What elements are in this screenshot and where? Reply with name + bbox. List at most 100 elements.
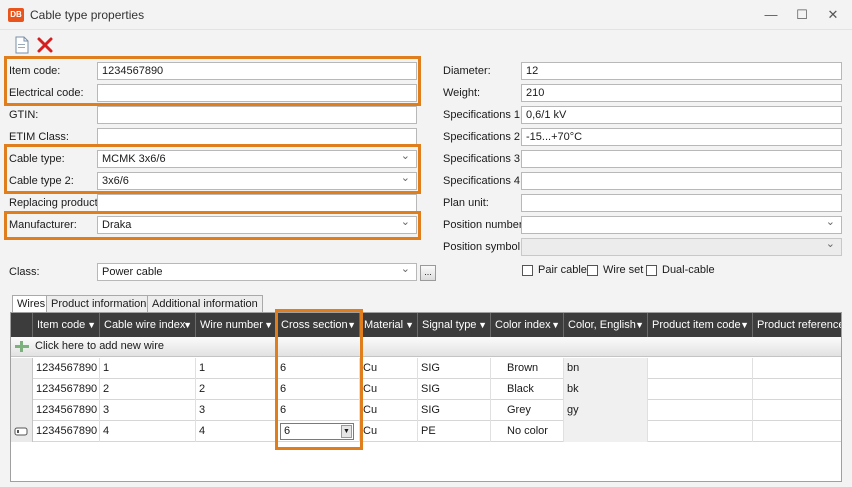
- add-new-wire-row[interactable]: Click here to add new wire: [11, 337, 841, 357]
- document-icon[interactable]: [14, 36, 32, 54]
- cable-type-select[interactable]: MCMK 3x6/6: [97, 150, 417, 168]
- gtin-input[interactable]: [97, 106, 417, 124]
- add-new-wire-text: Click here to add new wire: [35, 340, 165, 352]
- col-cable-wire-index[interactable]: Cable wire index ▼: [100, 313, 196, 337]
- diameter-input[interactable]: 12: [521, 62, 842, 80]
- cell-cross-section[interactable]: 6: [277, 379, 360, 400]
- position-symbol-select[interactable]: [521, 238, 842, 256]
- cell-wire-number[interactable]: 3: [196, 400, 277, 421]
- row-selector[interactable]: [11, 400, 33, 421]
- cell-item-code[interactable]: 1234567890: [33, 421, 100, 442]
- cell-material[interactable]: Cu: [360, 421, 418, 442]
- replacing-product-input[interactable]: [97, 194, 417, 212]
- cell-color-english[interactable]: bk: [564, 379, 648, 400]
- col-signal-type[interactable]: Signal type ▼: [418, 313, 491, 337]
- cell-wire-number[interactable]: 4: [196, 421, 277, 442]
- row-selector[interactable]: [11, 379, 33, 400]
- cell-material[interactable]: Cu: [360, 400, 418, 421]
- row-selector[interactable]: [11, 421, 33, 442]
- table-row[interactable]: 1234567890 3 3 6 Cu SIG Grey gy: [11, 400, 841, 421]
- cell-product-item-code[interactable]: [648, 358, 753, 379]
- cell-color-english[interactable]: bn: [564, 358, 648, 379]
- close-button[interactable]: ✕: [824, 6, 842, 24]
- cell-signal-type[interactable]: SIG: [418, 400, 491, 421]
- filter-icon[interactable]: ▼: [551, 313, 560, 337]
- minimize-button[interactable]: —: [762, 6, 780, 24]
- dual-cable-checkbox[interactable]: [646, 265, 657, 276]
- col-material[interactable]: Material ▼: [360, 313, 418, 337]
- filter-icon[interactable]: ▼: [405, 313, 414, 337]
- position-number-select[interactable]: [521, 216, 842, 234]
- plan-unit-input[interactable]: [521, 194, 842, 212]
- cell-cable-wire-index[interactable]: 4: [100, 421, 196, 442]
- table-row[interactable]: 1234567890 4 4 6 ▼ Cu PE No color: [11, 421, 841, 442]
- cell-material[interactable]: Cu: [360, 379, 418, 400]
- cell-material[interactable]: Cu: [360, 358, 418, 379]
- col-product-item-code[interactable]: Product item code ▼: [648, 313, 753, 337]
- class-browse-button[interactable]: ...: [420, 265, 436, 281]
- row-selector[interactable]: [11, 358, 33, 379]
- filter-icon[interactable]: ▼: [87, 313, 96, 337]
- weight-input[interactable]: 210: [521, 84, 842, 102]
- filter-icon[interactable]: ▼: [478, 313, 487, 337]
- dropdown-arrow-icon[interactable]: ▼: [341, 425, 352, 438]
- cell-item-code[interactable]: 1234567890: [33, 358, 100, 379]
- cell-color-index[interactable]: Brown: [491, 358, 564, 379]
- cell-cable-wire-index[interactable]: 3: [100, 400, 196, 421]
- class-select[interactable]: Power cable: [97, 263, 417, 281]
- pair-cable-checkbox[interactable]: [522, 265, 533, 276]
- cell-cable-wire-index[interactable]: 1: [100, 358, 196, 379]
- filter-icon[interactable]: ▼: [635, 313, 644, 337]
- cell-cross-section[interactable]: 6: [277, 400, 360, 421]
- col-wire-number[interactable]: Wire number ▼: [196, 313, 277, 337]
- cross-section-editor[interactable]: 6 ▼: [280, 423, 354, 440]
- specifications-2-input[interactable]: -15...+70°C: [521, 128, 842, 146]
- cell-item-code[interactable]: 1234567890: [33, 379, 100, 400]
- cell-color-index[interactable]: No color: [491, 421, 564, 442]
- cell-wire-number[interactable]: 1: [196, 358, 277, 379]
- cable-type-2-select[interactable]: 3x6/6: [97, 172, 417, 190]
- col-cross-section[interactable]: Cross section ▼: [277, 313, 360, 337]
- cell-product-item-code[interactable]: [648, 400, 753, 421]
- cell-product-item-code[interactable]: [648, 421, 753, 442]
- electrical-code-input[interactable]: [97, 84, 417, 102]
- cell-color-english[interactable]: gy: [564, 400, 648, 421]
- filter-icon[interactable]: ▼: [264, 313, 273, 337]
- wire-set-checkbox[interactable]: [587, 265, 598, 276]
- cell-cross-section[interactable]: 6 ▼: [277, 421, 360, 442]
- specifications-4-input[interactable]: [521, 172, 842, 190]
- cell-product-reference[interactable]: [753, 379, 841, 400]
- cell-signal-type[interactable]: SIG: [418, 358, 491, 379]
- item-code-input[interactable]: 1234567890: [97, 62, 417, 80]
- cell-product-item-code[interactable]: [648, 379, 753, 400]
- cell-item-code[interactable]: 1234567890: [33, 400, 100, 421]
- filter-icon[interactable]: ▼: [347, 313, 356, 337]
- filter-icon[interactable]: ▼: [183, 313, 192, 337]
- specifications-3-input[interactable]: [521, 150, 842, 168]
- col-item-code[interactable]: Item code ▼: [33, 313, 100, 337]
- col-color-index[interactable]: Color index ▼: [491, 313, 564, 337]
- cell-color-english[interactable]: [564, 421, 648, 442]
- etim-class-input[interactable]: [97, 128, 417, 146]
- specifications-1-input[interactable]: 0,6/1 kV: [521, 106, 842, 124]
- cell-product-reference[interactable]: [753, 400, 841, 421]
- table-row[interactable]: 1234567890 1 1 6 Cu SIG Brown bn: [11, 358, 841, 379]
- cell-wire-number[interactable]: 2: [196, 379, 277, 400]
- cell-cross-section[interactable]: 6: [277, 358, 360, 379]
- delete-icon[interactable]: [36, 36, 54, 54]
- cell-signal-type[interactable]: SIG: [418, 379, 491, 400]
- tab-product-information[interactable]: Product information: [46, 295, 152, 313]
- table-row[interactable]: 1234567890 2 2 6 Cu SIG Black bk: [11, 379, 841, 400]
- cell-product-reference[interactable]: [753, 421, 841, 442]
- tab-additional-information[interactable]: Additional information: [147, 295, 263, 313]
- cell-color-index[interactable]: Black: [491, 379, 564, 400]
- cell-product-reference[interactable]: [753, 358, 841, 379]
- col-product-reference[interactable]: Product reference: [753, 313, 841, 337]
- manufacturer-select[interactable]: Draka: [97, 216, 417, 234]
- cell-signal-type[interactable]: PE: [418, 421, 491, 442]
- cell-color-index[interactable]: Grey: [491, 400, 564, 421]
- col-color-english[interactable]: Color, English ▼: [564, 313, 648, 337]
- maximize-button[interactable]: ☐: [793, 6, 811, 24]
- cell-cable-wire-index[interactable]: 2: [100, 379, 196, 400]
- filter-icon[interactable]: ▼: [740, 313, 749, 337]
